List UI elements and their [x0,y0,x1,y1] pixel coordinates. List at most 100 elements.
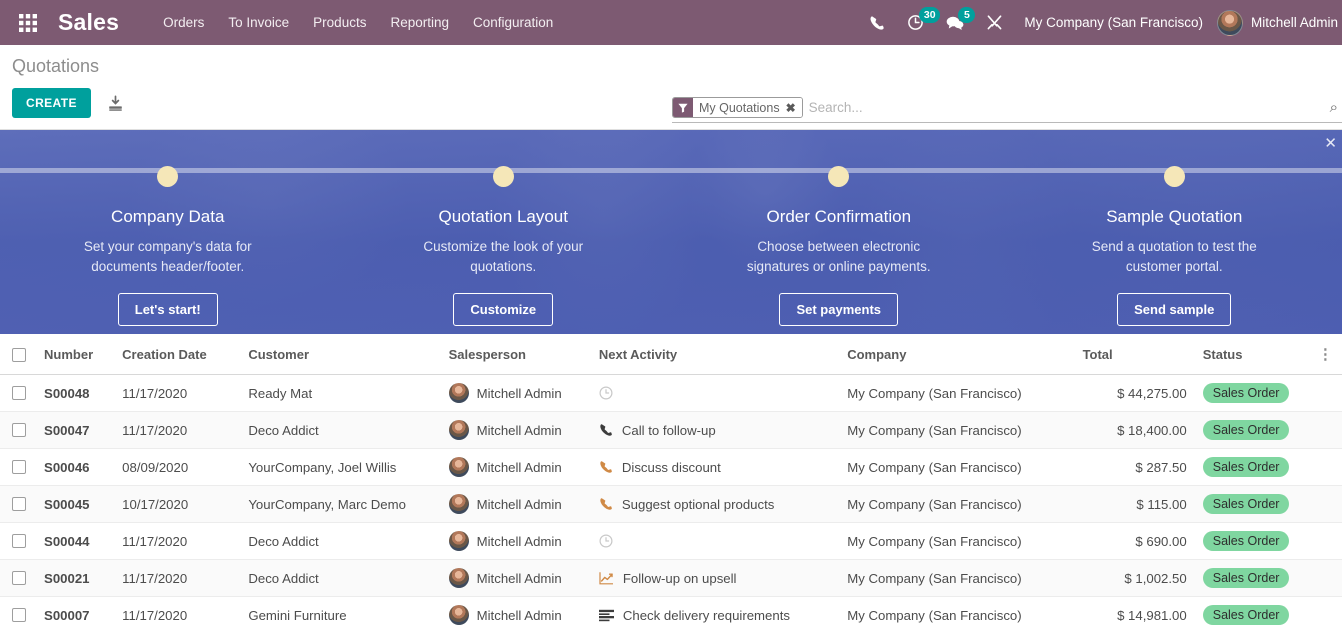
cell-creation-date: 11/17/2020 [114,522,241,560]
salesperson-avatar [448,420,469,440]
step-description: Send a quotation to test the customer po… [1091,239,1257,274]
salesperson-name: Mitchell Admin [476,570,562,586]
cell-number[interactable]: S00021 [36,559,115,597]
step-description: Customize the look of your quotations. [423,239,584,274]
search-facet-my-quotations[interactable]: My Quotations ✖ [672,97,803,118]
chat-bubble-icon[interactable]: 5 [935,0,976,45]
row-select-cell [0,485,37,523]
row-checkbox[interactable] [12,497,26,511]
phone-icon[interactable] [599,423,613,437]
vertical-dots-icon[interactable]: ⋮ [1318,346,1333,363]
activity-label: Discuss discount [621,459,721,475]
cell-salesperson: Mitchell Admin [440,485,591,523]
send-sample-button[interactable]: Send sample [1117,293,1232,327]
table-row[interactable]: S00048 11/17/2020 Ready Mat Mitchell Admin M… [0,374,1342,412]
menu-item-reporting[interactable]: Reporting [378,9,461,36]
column-header-customer[interactable]: Customer [240,334,441,375]
cell-number[interactable]: S00045 [36,485,115,523]
column-header-creation-date[interactable]: Creation Date [114,334,241,375]
clock-activity-icon[interactable]: 30 [896,0,941,45]
cell-next-activity[interactable]: Check delivery requirements [590,596,840,630]
row-checkbox[interactable] [12,534,26,548]
step-description: Choose between electronic signatures or … [746,239,931,274]
table-row[interactable]: S00046 08/09/2020 YourCompany, Joel Willis… [0,448,1342,486]
menu-item-configuration[interactable]: Configuration [461,9,565,36]
cell-next-activity[interactable] [590,522,840,560]
onboarding-step-quotation-layout: Quotation Layout Customize the look of y… [336,136,672,334]
table-row[interactable]: S00045 10/17/2020 YourCompany, Marc Demo Mi… [0,485,1342,523]
clock-empty-icon[interactable] [599,386,613,400]
search-input[interactable] [802,97,1342,118]
cell-next-activity[interactable] [590,374,840,412]
cell-company: My Company (San Francisco) [839,485,1075,523]
chart-upward-icon[interactable] [599,571,614,585]
column-header-next-activity[interactable]: Next Activity [590,334,840,375]
column-options-header[interactable]: ⋮ [1309,334,1342,375]
company-switcher[interactable]: My Company (San Francisco) [1014,15,1217,30]
user-avatar [1216,9,1243,36]
cell-next-activity[interactable]: Follow-up on upsell [590,559,840,597]
cell-number[interactable]: S00047 [36,411,115,449]
cell-number[interactable]: S00044 [36,522,115,560]
table-row[interactable]: S00021 11/17/2020 Deco Addict Mitchell Admi… [0,559,1342,597]
select-all-checkbox[interactable] [12,347,26,362]
phone-icon[interactable] [599,460,613,474]
customize-button[interactable]: Customize [453,293,554,327]
step-title: Order Confirmation [766,207,912,226]
cell-company: My Company (San Francisco) [839,448,1075,486]
cell-options [1309,374,1342,412]
step-title: Quotation Layout [438,207,568,226]
column-header-status[interactable]: Status [1194,334,1310,375]
row-checkbox[interactable] [12,386,26,400]
import-download-icon[interactable] [107,95,124,112]
table-row[interactable]: S00007 11/17/2020 Gemini Furniture Mitchell… [0,596,1342,630]
row-checkbox[interactable] [12,423,26,437]
cell-customer: YourCompany, Joel Willis [240,448,441,486]
row-checkbox[interactable] [12,608,26,622]
menu-item-products[interactable]: Products [301,9,378,36]
salesperson-name: Mitchell Admin [476,496,562,512]
row-checkbox[interactable] [12,571,26,585]
cell-creation-date: 11/17/2020 [114,411,241,449]
row-checkbox[interactable] [12,460,26,474]
tools-wrench-icon[interactable] [975,0,1014,45]
phone-icon[interactable] [599,497,613,511]
phone-icon[interactable] [858,0,896,45]
lets-start-button[interactable]: Let's start! [117,293,218,327]
close-icon[interactable]: ✕ [1324,136,1337,151]
set-payments-button[interactable]: Set payments [779,293,899,327]
menu-item-to-invoice[interactable]: To Invoice [216,9,301,36]
cell-next-activity[interactable]: Suggest optional products [590,485,840,523]
create-button[interactable]: CREATE [12,88,91,118]
clock-empty-icon[interactable] [599,534,613,548]
search-facet-close-icon[interactable]: ✖ [783,98,802,117]
table-row[interactable]: S00044 11/17/2020 Deco Addict Mitchell Admi… [0,522,1342,560]
status-badge: Sales Order [1202,568,1290,588]
cell-creation-date: 10/17/2020 [114,485,241,523]
menu-item-orders[interactable]: Orders [151,9,216,36]
cell-number[interactable]: S00048 [36,374,115,412]
status-badge: Sales Order [1202,605,1290,625]
salesperson-avatar [448,494,469,514]
step-dot-icon [828,166,850,187]
column-header-company[interactable]: Company [839,334,1075,375]
table-row[interactable]: S00047 11/17/2020 Deco Addict Mitchell Admi… [0,411,1342,449]
cell-next-activity[interactable]: Call to follow-up [590,411,840,449]
cell-status: Sales Order [1194,485,1310,523]
apps-grid-icon[interactable] [6,0,50,45]
search-box[interactable]: My Quotations ✖ ⌕ [672,97,1342,123]
column-header-salesperson[interactable]: Salesperson [440,334,591,375]
column-header-number[interactable]: Number [36,334,115,375]
cell-creation-date: 11/17/2020 [114,559,241,597]
cell-number[interactable]: S00007 [36,596,115,630]
cell-total: $ 18,400.00 [1074,411,1195,449]
cell-next-activity[interactable]: Discuss discount [590,448,840,486]
stacked-lines-icon[interactable] [598,609,614,622]
user-menu[interactable]: Mitchell Admin [1216,9,1342,36]
onboarding-step-sample-quotation: Sample Quotation Send a quotation to tes… [1007,136,1342,334]
cell-number[interactable]: S00046 [36,448,115,486]
app-brand-sales[interactable]: Sales [50,9,129,36]
onboarding-step-company-data: Company Data Set your company's data for… [0,136,336,334]
column-header-total[interactable]: Total [1074,334,1195,375]
salesperson-name: Mitchell Admin [476,533,562,549]
